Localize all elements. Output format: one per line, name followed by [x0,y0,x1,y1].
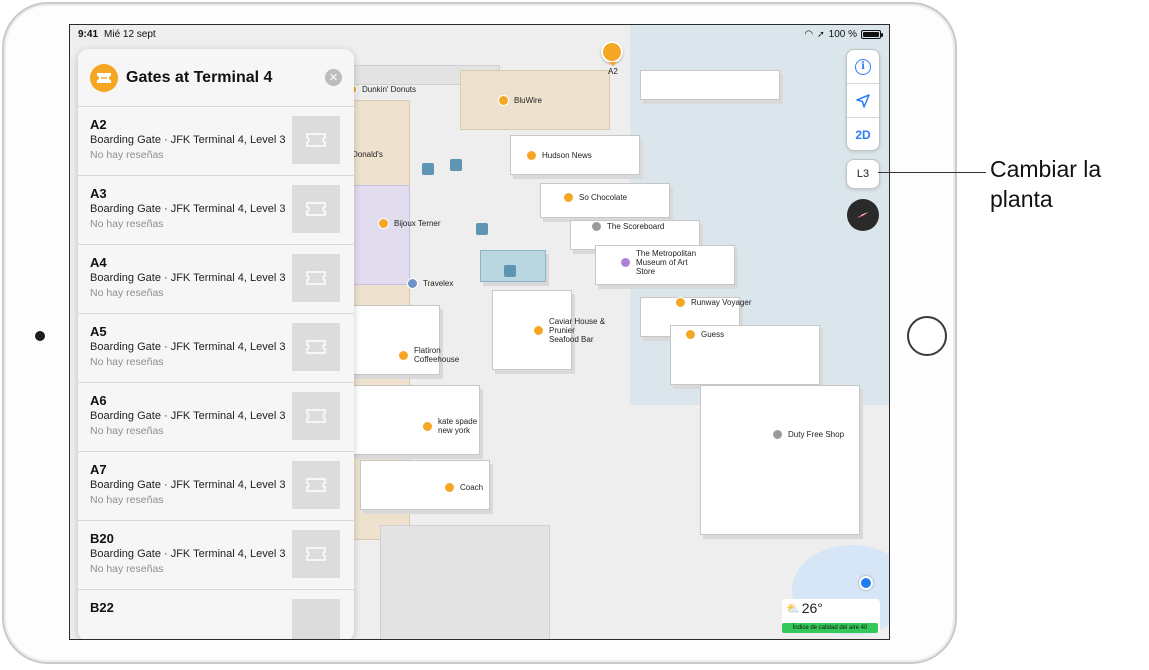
restroom-icon [504,265,516,277]
list-item[interactable]: A6 Boarding Gate · JFK Terminal 4, Level… [78,383,354,452]
compass-icon[interactable] [847,199,879,231]
status-bar: 9:41 Mié 12 sept ◠ ➚ 100 % [70,25,889,43]
battery-percent: 100 % [828,28,857,40]
close-button[interactable]: ✕ [325,69,342,86]
poi-bluwire[interactable]: BluWire [498,95,542,106]
weather-temperature: 26° [801,600,823,616]
map-block [640,70,780,100]
poi-dunkin[interactable]: Dunkin' Donuts [346,84,416,95]
callout-line [878,172,986,173]
wifi-icon: ◠ [804,28,814,40]
poi-icon [422,420,433,432]
air-quality-badge: Índice de calidad del aire 40 [782,623,878,633]
poi-icon [620,257,631,268]
weather-widget: ⛅ 26° Índice de calidad del aire 40 [782,599,880,633]
poi-runway-voyager[interactable]: Runway Voyager [675,297,751,308]
status-time: 9:41 [78,28,99,40]
battery-icon [861,29,883,39]
ticket-thumbnail-icon [292,323,340,371]
ticket-thumbnail-icon [292,185,340,233]
partly-sunny-icon: ⛅ [786,602,800,615]
map-controls: i 2D [846,49,880,151]
poi-icon [407,278,418,289]
poi-icon [378,218,389,229]
poi-travelex[interactable]: Travelex [407,278,453,289]
poi-hudson-news[interactable]: Hudson News [526,150,592,161]
poi-duty-free-shop[interactable]: Duty Free Shop [772,429,844,440]
poi-met-museum-store[interactable]: The Metropolitan Museum of Art Store [620,249,696,276]
panel-title: Gates at Terminal 4 [126,68,273,86]
callout-text: Cambiar la planta [990,156,1102,212]
ticket-thumbnail-icon [292,599,340,639]
poi-coach[interactable]: Coach [444,482,483,493]
status-right: ◠ ➚ 100 % [804,28,883,40]
ticket-thumbnail-icon [292,392,340,440]
poi-flatiron-coffeehouse[interactable]: Flatiron Coffeehouse [398,346,459,364]
poi-kate-spade[interactable]: kate spade new york [422,417,477,435]
ticket-thumbnail-icon [292,530,340,578]
location-arrow-icon [856,93,870,108]
list-item[interactable]: B20 Boarding Gate · JFK Terminal 4, Leve… [78,521,354,590]
location-arrow-icon: ➚ [817,28,825,39]
map-block [700,385,860,535]
poi-guess[interactable]: Guess [685,329,724,340]
poi-bijoux-terner[interactable]: Bijoux Terner [378,218,441,229]
list-item[interactable]: A7 Boarding Gate · JFK Terminal 4, Level… [78,452,354,521]
user-location-dot [859,576,873,590]
poi-icon [398,349,409,361]
escalator-icon [450,159,462,171]
list-item[interactable]: A5 Boarding Gate · JFK Terminal 4, Level… [78,314,354,383]
floor-switcher-button[interactable]: L3 [846,159,880,189]
ticket-thumbnail-icon [292,461,340,509]
poi-caviar-house[interactable]: Caviar House & Prunier Seafood Bar [533,317,605,344]
info-icon: i [855,58,871,75]
ticket-thumbnail-icon [292,254,340,302]
gates-panel: Gates at Terminal 4 ✕ A2 Boarding Gate ·… [78,49,354,639]
poi-icon [444,482,455,493]
poi-icon [563,192,574,203]
escalator-icon [422,163,434,175]
location-button[interactable] [847,84,879,118]
map-block [380,525,550,639]
home-button[interactable] [907,316,947,356]
poi-donalds[interactable]: Donald's [352,150,383,159]
gate-pin[interactable] [601,41,623,66]
list-item[interactable]: A2 Boarding Gate · JFK Terminal 4, Level… [78,107,354,176]
map-block [340,305,440,375]
front-camera [35,331,45,341]
poi-icon [591,221,602,232]
poi-icon [533,325,544,336]
compass-needle [857,212,869,218]
poi-icon [675,297,686,308]
list-item[interactable]: A3 Boarding Gate · JFK Terminal 4, Level… [78,176,354,245]
poi-so-chocolate[interactable]: So Chocolate [563,192,627,203]
elevator-icon [476,223,488,235]
poi-icon [498,95,509,106]
poi-icon [772,429,783,440]
status-date: Mié 12 sept [104,28,156,40]
weather-temp-row: ⛅ 26° [786,600,823,616]
ticket-icon [90,63,118,92]
panel-header: Gates at Terminal 4 ✕ [78,49,354,107]
poi-scoreboard[interactable]: The Scoreboard [591,221,664,232]
gate-pin-label: A2 [608,67,618,76]
poi-icon [526,150,537,161]
poi-icon [685,329,696,340]
info-button[interactable]: i [847,50,879,84]
screen: A2 Dunkin' Donuts BluWire Hudson News Do… [69,24,890,640]
ticket-thumbnail-icon [292,116,340,164]
view-mode-2d-button[interactable]: 2D [847,118,879,152]
list-item[interactable]: A4 Boarding Gate · JFK Terminal 4, Level… [78,245,354,314]
list-item[interactable]: B22 [78,590,354,639]
